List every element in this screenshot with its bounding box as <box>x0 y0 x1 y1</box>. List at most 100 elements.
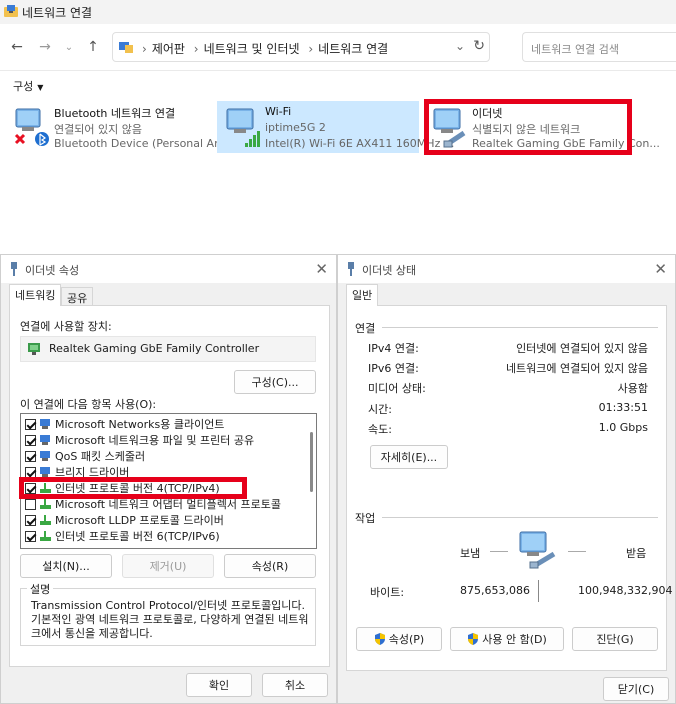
network-folder-icon <box>4 5 18 17</box>
activity-divider <box>382 517 658 518</box>
configure-button[interactable]: 구성(C)... <box>234 370 316 394</box>
diagnose-button[interactable]: 진단(G) <box>572 627 658 651</box>
address-bar[interactable]: › 제어판 › 네트워크 및 인터넷 › 네트워크 연결 ⌄ ↻ <box>112 32 490 62</box>
address-dropdown-icon[interactable]: ⌄ <box>455 39 465 53</box>
search-input[interactable]: 네트워크 연결 검색 <box>522 32 676 62</box>
adapter-name: Wi-Fi <box>265 105 292 118</box>
tab-networking[interactable]: 네트워킹 <box>9 284 62 306</box>
connection-divider <box>382 327 658 328</box>
qos-icon <box>40 451 50 461</box>
bytes-divider <box>538 580 539 602</box>
bluetooth-adapter-icon <box>14 108 49 146</box>
item-checkbox[interactable] <box>25 434 36 446</box>
navigation-bar: ← → ⌄ ↑ › 제어판 › 네트워크 및 인터넷 › 네트워크 연결 ⌄ ↻ 네트… <box>0 24 676 70</box>
sent-label: 보냄 <box>460 547 481 560</box>
organize-button[interactable]: 구성 ▼ <box>13 78 43 94</box>
window-titlebar: 네트워크 연결 <box>0 0 676 24</box>
sent-line <box>490 551 508 552</box>
description-text: Transmission Control Protocol/인터넷 프로토콜입니… <box>31 599 309 640</box>
dialog-title: 이더넷 속성 <box>25 264 80 277</box>
received-line <box>568 551 586 552</box>
connect-using-label: 연결에 사용할 장치: <box>20 320 112 333</box>
adapter-status: 연결되어 있지 않음 <box>54 123 142 136</box>
close-icon[interactable]: ✕ <box>654 260 667 278</box>
cancel-button[interactable]: 취소 <box>262 673 328 697</box>
list-item[interactable]: 인터넷 프로토콜 버전 6(TCP/IPv6) <box>25 528 220 544</box>
command-bar: 구성 ▼ <box>0 70 676 96</box>
disable-button[interactable]: 사용 안 함(D) <box>450 627 564 651</box>
uac-shield-icon <box>468 633 479 645</box>
file-sharing-icon <box>40 435 50 445</box>
window-title: 네트워크 연결 <box>22 6 93 20</box>
adapter-status: iptime5G 2 <box>265 121 326 134</box>
forward-arrow-icon[interactable]: → <box>36 38 54 56</box>
breadcrumb-network-internet[interactable]: 네트워크 및 인터넷 <box>204 42 300 56</box>
recent-locations-chevron-icon[interactable]: ⌄ <box>60 38 78 56</box>
close-icon[interactable]: ✕ <box>315 260 328 278</box>
bytes-sent: 875,653,086 <box>460 584 530 597</box>
control-panel-icon <box>119 42 133 53</box>
refresh-icon[interactable]: ↻ <box>473 38 485 54</box>
protocol-icon <box>40 499 51 509</box>
item-checkbox[interactable] <box>25 466 36 478</box>
scrollbar-thumb[interactable] <box>310 432 313 492</box>
close-button[interactable]: 닫기(C) <box>603 677 669 701</box>
list-item[interactable]: Microsoft Networks용 클라이언트 <box>25 416 224 432</box>
status-properties-button[interactable]: 속성(P) <box>356 627 442 651</box>
install-button[interactable]: 설치(N)... <box>20 554 112 578</box>
received-label: 받음 <box>626 547 647 560</box>
details-button[interactable]: 자세히(E)... <box>370 445 448 469</box>
activity-section-title: 작업 <box>355 512 376 525</box>
bytes-received: 100,948,332,904 <box>578 584 673 597</box>
item-checkbox[interactable] <box>25 514 36 526</box>
description-title: 설명 <box>27 581 54 597</box>
tab-sharing[interactable]: 공유 <box>61 287 94 305</box>
item-checkbox[interactable] <box>25 450 36 462</box>
breadcrumb-network-connections[interactable]: 네트워크 연결 <box>318 42 388 56</box>
up-arrow-icon[interactable]: ↑ <box>84 38 102 56</box>
item-checkbox[interactable] <box>25 530 36 542</box>
item-checkbox[interactable] <box>25 498 36 510</box>
adapter-wifi[interactable]: Wi-Fi iptime5G 2 Intel(R) Wi-Fi 6E AX411… <box>217 101 454 153</box>
dialog-titlebar: 이더넷 속성 ✕ <box>1 255 336 283</box>
item-checkbox[interactable] <box>25 418 36 430</box>
list-item[interactable]: QoS 패킷 스케줄러 <box>25 448 145 464</box>
status-row-ipv6: IPv6 연결: 네트워크에 연결되어 있지 않음 <box>368 362 648 375</box>
uninstall-button[interactable]: 제거(U) <box>122 554 214 578</box>
status-row-ipv4: IPv4 연결: 인터넷에 연결되어 있지 않음 <box>368 342 648 355</box>
breadcrumb-control-panel[interactable]: 제어판 <box>152 42 185 56</box>
description-group: 설명 Transmission Control Protocol/인터넷 프로토… <box>20 581 316 646</box>
bytes-label: 바이트: <box>370 586 405 599</box>
highlight-ethernet-box <box>424 99 632 155</box>
list-item[interactable]: Microsoft LLDP 프로토콜 드라이버 <box>25 512 224 528</box>
list-item[interactable]: Microsoft 네트워크용 파일 및 프린터 공유 <box>25 432 254 448</box>
adapter-name: Bluetooth 네트워크 연결 <box>54 107 176 120</box>
network-adapter-icon <box>28 343 40 355</box>
ok-button[interactable]: 확인 <box>186 673 252 697</box>
uac-shield-icon <box>374 633 385 645</box>
adapter-bluetooth[interactable]: Bluetooth 네트워크 연결 연결되어 있지 않음 Bluetooth D… <box>6 101 246 153</box>
tab-strip: 일반 <box>344 283 669 306</box>
status-row-duration: 시간: 01:33:51 <box>368 401 648 416</box>
network-cable-icon <box>11 262 17 276</box>
search-placeholder: 네트워크 연결 검색 <box>531 43 619 56</box>
dialog-titlebar: 이더넷 상태 ✕ <box>338 255 675 283</box>
items-label: 이 연결에 다음 항목 사용(O): <box>20 398 157 411</box>
network-activity-icon <box>519 531 556 569</box>
network-cable-icon <box>348 262 354 276</box>
highlight-ipv4-box <box>19 477 247 499</box>
back-arrow-icon[interactable]: ← <box>8 38 26 56</box>
device-name: Realtek Gaming GbE Family Controller <box>49 342 260 355</box>
breadcrumb: › 제어판 › 네트워크 및 인터넷 › 네트워크 연결 <box>142 42 389 56</box>
status-row-media: 미디어 상태: 사용함 <box>368 382 648 395</box>
device-box: Realtek Gaming GbE Family Controller <box>20 336 316 362</box>
list-scrollbar[interactable] <box>307 414 316 548</box>
connection-section-title: 연결 <box>355 322 376 335</box>
client-icon <box>40 419 50 429</box>
protocol-icon <box>40 515 51 525</box>
properties-button[interactable]: 속성(R) <box>224 554 316 578</box>
tab-strip: 네트워킹 공유 <box>7 283 330 306</box>
status-row-speed: 속도: 1.0 Gbps <box>368 421 648 436</box>
wifi-adapter-icon <box>226 108 260 147</box>
tab-general[interactable]: 일반 <box>346 284 379 306</box>
